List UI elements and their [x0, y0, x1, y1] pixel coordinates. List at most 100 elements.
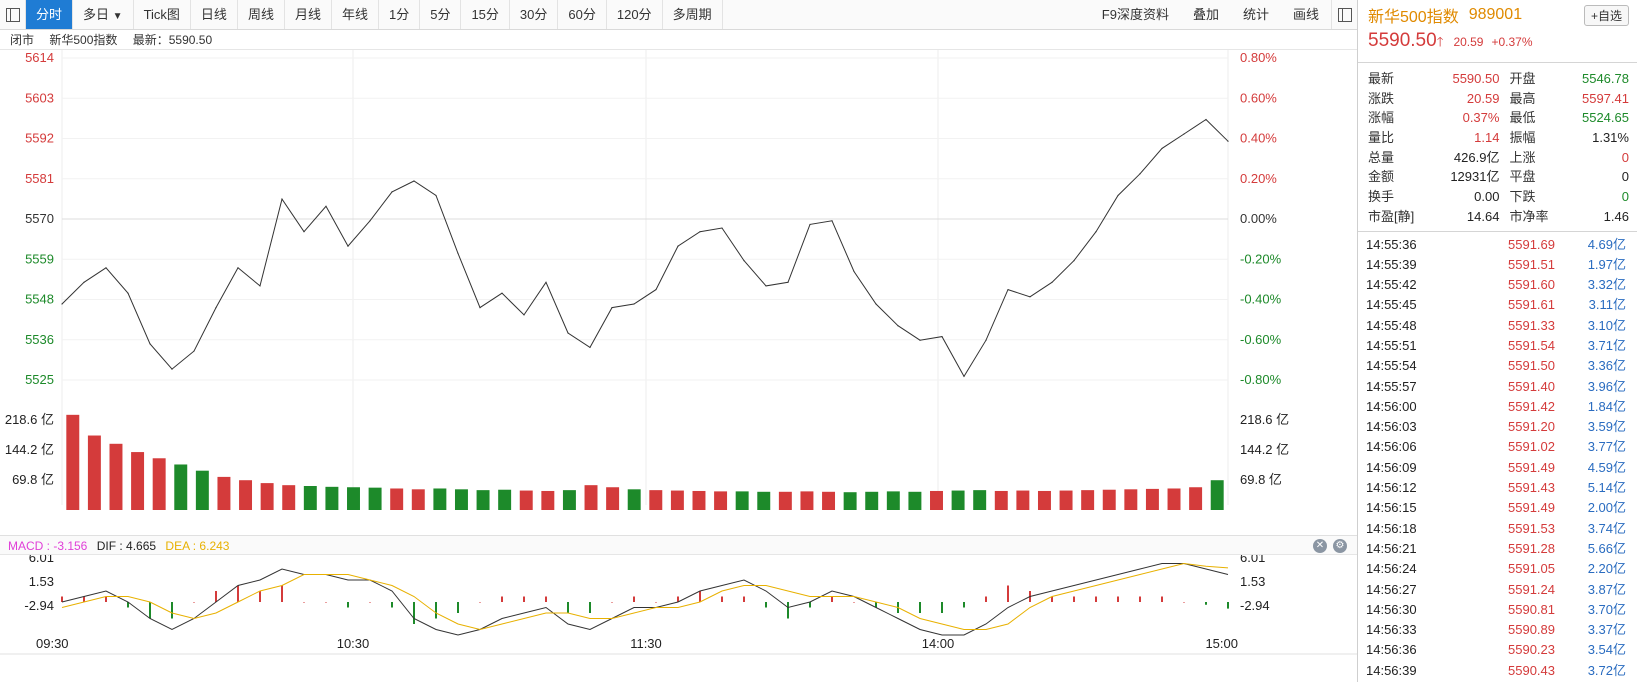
macd-histogram-bar — [1161, 596, 1163, 602]
tick-volume: 3.10亿 — [1587, 317, 1626, 333]
tick-row: 14:55:54 5591.50 3.36亿 — [1366, 356, 1631, 376]
f9-deep-data-button[interactable]: F9深度资料 — [1090, 0, 1181, 29]
tab-daily[interactable]: 日线 — [191, 0, 238, 29]
tab-120min[interactable]: 120分 — [607, 0, 663, 29]
draw-line-button[interactable]: 画线 — [1281, 0, 1331, 29]
price-point — [765, 285, 767, 287]
time-tick-label: 11:30 — [630, 636, 662, 651]
price-point — [391, 191, 393, 193]
price-point — [149, 343, 151, 345]
tick-volume: 3.32亿 — [1587, 277, 1626, 293]
tab-tick[interactable]: Tick图 — [134, 0, 191, 29]
overlay-button[interactable]: 叠加 — [1181, 0, 1231, 29]
tick-volume: 2.20亿 — [1587, 561, 1626, 577]
price-point — [1095, 231, 1097, 233]
stat-value: 0 — [1621, 169, 1629, 185]
tick-price: 5591.49 — [1508, 459, 1555, 475]
stat-value: 20.59 — [1466, 90, 1500, 106]
index-name: 新华500指数 — [49, 33, 118, 47]
tab-intraday[interactable]: 分时 — [26, 0, 74, 29]
price-point — [919, 339, 921, 341]
price-point — [809, 223, 811, 226]
price-point — [325, 205, 327, 207]
volume-bar — [735, 491, 749, 510]
volume-bar — [692, 490, 706, 510]
tick-price: 5591.61 — [1508, 297, 1555, 313]
tick-volume: 4.69亿 — [1587, 236, 1626, 252]
macd-histogram-bar — [611, 602, 613, 603]
statistics-button[interactable]: 统计 — [1231, 0, 1281, 29]
macd-histogram-bar — [1073, 596, 1075, 602]
tick-price: 5590.43 — [1508, 662, 1555, 678]
volume-bar — [778, 491, 792, 510]
volume-bar — [433, 488, 447, 510]
stat-label: 换手 — [1368, 189, 1395, 205]
macd-histogram-bar — [1183, 602, 1185, 603]
tab-weekly[interactable]: 周线 — [238, 0, 285, 29]
stat-label: 总量 — [1368, 149, 1395, 165]
price-point — [1205, 118, 1207, 121]
price-tick-label: 5536 — [25, 332, 54, 347]
tab-15min[interactable]: 15分 — [461, 0, 510, 29]
chart-info-bar: 闭市 新华500指数 最新：5590.50 — [0, 30, 1357, 50]
tab-yearly[interactable]: 年线 — [332, 0, 379, 29]
volume-tick-label: 218.6 亿 — [1240, 412, 1289, 427]
tick-price: 5591.53 — [1508, 520, 1555, 536]
macd-histogram-bar — [149, 602, 151, 619]
gear-icon[interactable]: ⚙ — [1333, 539, 1347, 553]
macd-histogram-bar — [237, 585, 239, 602]
close-icon[interactable]: ✕ — [1313, 539, 1327, 553]
tick-row: 14:56:36 5590.23 3.54亿 — [1366, 640, 1631, 660]
tab-60min[interactable]: 60分 — [558, 0, 607, 29]
pct-tick-label: -0.20% — [1240, 251, 1282, 266]
macd-tick-label: -2.94 — [24, 598, 54, 613]
macd-histogram-bar — [941, 602, 943, 613]
stat-value: 1.46 — [1603, 208, 1629, 224]
tab-30min[interactable]: 30分 — [510, 0, 559, 29]
macd-histogram-bar — [567, 602, 569, 613]
tick-list[interactable]: 14:55:36 5591.69 4.69亿 14:55:39 5591.51 1.97亿… — [1358, 232, 1637, 682]
tab-multi-day[interactable]: 多日 ▼ — [73, 0, 134, 29]
tab-1min[interactable]: 1分 — [379, 0, 421, 29]
price-point — [479, 307, 481, 309]
macd-histogram-bar — [743, 596, 745, 602]
add-to-watchlist-button[interactable]: +自选 — [1583, 4, 1629, 26]
tick-time: 14:56:12 — [1366, 480, 1417, 496]
tick-row: 14:56:03 5591.20 3.59亿 — [1366, 417, 1631, 437]
tick-volume: 4.59亿 — [1587, 459, 1626, 475]
volume-bar — [822, 491, 836, 510]
volume-bar — [757, 491, 771, 510]
tick-time: 14:55:48 — [1366, 317, 1417, 333]
stats-row: 量比 1.14 振幅 1.31% — [1368, 128, 1629, 148]
price-point — [259, 285, 261, 287]
intraday-chart[interactable]: 5614 0.80% 5603 0.60% 5592 0.40% 5581 0.20% 5570… — [0, 50, 1357, 682]
price-tick-label: 5592 — [25, 131, 54, 146]
dif-value: DIF : 4.665 — [96, 539, 157, 553]
tick-price: 5591.69 — [1508, 236, 1555, 252]
price-point — [655, 288, 657, 291]
tab-monthly[interactable]: 月线 — [285, 0, 332, 29]
tick-row: 14:55:45 5591.61 3.11亿 — [1366, 295, 1631, 315]
tick-time: 14:55:45 — [1366, 297, 1417, 313]
stat-label: 市盈[静] — [1368, 208, 1415, 224]
stat-label: 最低 — [1509, 110, 1536, 126]
price-change: 20.59 — [1453, 35, 1484, 49]
macd-histogram-bar — [303, 602, 305, 603]
tick-volume: 3.54亿 — [1587, 642, 1626, 658]
stats-row: 最新 5590.50 开盘 5546.78 — [1368, 69, 1629, 89]
price-point — [215, 307, 217, 309]
macd-histogram-bar — [1007, 585, 1009, 602]
price-point — [963, 375, 965, 377]
tab-multi-period[interactable]: 多周期 — [663, 0, 723, 29]
macd-histogram-bar — [347, 602, 349, 608]
tab-5min[interactable]: 5分 — [420, 0, 462, 29]
volume-bar — [562, 490, 576, 510]
toggle-left-panel-button[interactable] — [0, 0, 26, 29]
stats-row: 换手 0.00 下跌 0 — [1368, 187, 1629, 207]
tick-row: 14:56:39 5590.43 3.72亿 — [1366, 661, 1631, 681]
stats-row: 涨幅 0.37% 最低 5524.65 — [1368, 108, 1629, 128]
price-tick-label: 5548 — [25, 292, 54, 307]
toggle-right-panel-button[interactable] — [1331, 0, 1357, 29]
tick-time: 14:56:33 — [1366, 622, 1417, 638]
price-point — [281, 198, 283, 200]
